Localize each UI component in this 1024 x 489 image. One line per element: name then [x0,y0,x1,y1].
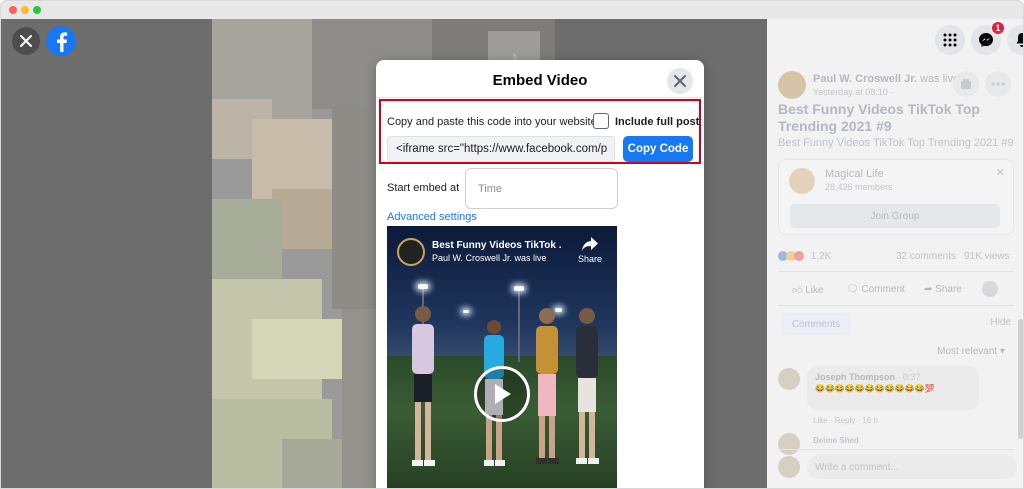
light-pole [518,290,520,362]
sort-label: Most relevant [937,346,998,357]
post-author: Paul W. Croswell Jr. was live. [813,73,962,85]
stadium-light [418,284,428,289]
start-embed-label: Start embed at [387,182,460,194]
divider [778,271,1014,272]
messenger-icon[interactable]: 1 [971,21,1005,55]
copy-code-button[interactable]: Copy Code [623,136,693,162]
window-maximize-dot[interactable] [33,6,41,14]
play-icon [495,384,511,404]
reactions-row: 1.2K 32 comments 91K views [778,251,1014,262]
sort-dropdown[interactable]: Most relevant ▾ [937,346,1005,357]
views-count: 91K views [964,251,1010,262]
divider [778,305,1014,306]
close-icon[interactable] [667,68,693,94]
post-title: Best Funny Videos TikTok Top Trending 20… [778,101,980,134]
like-label: Like [805,285,824,296]
messenger-badge: 1 [991,21,1005,35]
group-name[interactable]: Magical Life [825,168,884,180]
share-icon: ➦ [924,284,933,295]
share-button[interactable]: ➦ Share [924,284,962,295]
reactions-count[interactable]: 1.2K [811,251,832,262]
profile-switch-icon[interactable] [982,281,998,297]
window-minimize-dot[interactable] [21,6,29,14]
divider [376,97,704,98]
tab-comments[interactable]: Comments [781,313,851,335]
video-share-button[interactable]: Share [573,236,607,274]
copy-instructions: Copy and paste this code into your websi… [387,116,600,128]
group-avatar[interactable] [789,168,815,194]
include-full-post-label[interactable]: Include full post [615,116,699,128]
commenter-avatar[interactable] [778,433,800,455]
comment-text: 😂😂😂😂😂😂😂😂😂😂😂💯 [815,384,935,393]
thumbs-up-icon: 👍︎ [792,285,803,296]
divider [778,449,1014,450]
dialog-title: Embed Video [492,72,588,89]
group-members: 28,436 members [825,182,893,192]
advanced-settings-link[interactable]: Advanced settings [387,211,477,223]
apps-grid-icon[interactable] [935,25,965,55]
comment2-author[interactable]: Deime Shed [813,436,859,445]
save-icon[interactable] [953,71,979,97]
close-icon[interactable]: ✕ [996,166,1005,179]
commenter-name[interactable]: Joseph Thompson [815,372,895,382]
group-card: Magical Life 28,436 members ✕ Join Group [778,159,1014,235]
stadium-light [463,310,469,313]
video-subtitle: Paul W. Croswell Jr. was live [432,253,547,263]
title-bar [1,1,1023,19]
comment-label: Comment [861,284,905,295]
window-close-dot[interactable] [9,6,17,14]
video-title[interactable]: Best Funny Videos TikTok ... [432,240,562,251]
post-subtitle: Best Funny Videos TikTok Top Trending 20… [778,137,1014,149]
post-details-panel: 1 Paul W. Croswell Jr. was live. Yesterd… [767,19,1023,488]
post-timestamp: Yesterday at 08:10 · [813,87,894,97]
comment-actions[interactable]: Like · Reply · 16 h [813,416,878,425]
facebook-logo-icon[interactable] [46,26,76,56]
video-author-avatar[interactable] [397,238,425,266]
like-button[interactable]: 👍︎ Like [792,284,824,296]
comments-count[interactable]: 32 comments [896,251,956,262]
author-name[interactable]: Paul W. Croswell Jr. [813,73,917,85]
close-icon[interactable] [12,27,40,55]
join-group-button[interactable]: Join Group [790,204,1000,228]
current-user-avatar [778,456,800,478]
more-options-icon[interactable] [985,71,1011,97]
embed-code-field[interactable]: <iframe src="https://www.facebook.com/p [387,136,615,162]
person-figure [536,308,559,464]
comment-icon: 🗨︎ [846,284,859,295]
person-figure [576,308,599,464]
stadium-light [514,286,524,291]
comment-input[interactable]: Write a comment... [807,455,1017,479]
browser-window: ♪ 1 Paul W. Croswell Jr. was live. Yeste… [0,0,1024,489]
action-row: 👍︎ Like 🗨︎ Comment ➦ Share [778,281,1014,301]
scrollbar[interactable] [1018,319,1023,439]
hide-link[interactable]: Hide [990,317,1011,328]
share-label: Share [935,284,962,295]
play-button[interactable] [474,366,530,422]
comment-time: · 0:37 [895,372,921,382]
top-nav: 1 [767,19,1023,61]
comment-author: Joseph Thompson · 0:37 [815,372,921,382]
comment-bubble: Joseph Thompson · 0:37 😂😂😂😂😂😂😂😂😂😂😂💯 [807,366,979,410]
person-figure [412,306,435,466]
share-label: Share [577,254,603,264]
bell-icon[interactable] [1007,25,1023,55]
commenter-avatar[interactable] [778,368,800,390]
share-arrow-icon [582,237,598,251]
comment-button[interactable]: 🗨︎ Comment [846,284,905,295]
include-full-post-checkbox[interactable] [593,113,609,129]
video-preview[interactable]: Best Funny Videos TikTok ... Paul W. Cro… [387,226,617,488]
chevron-down-icon: ▾ [999,346,1005,357]
embed-video-dialog: Embed Video Copy and paste this code int… [376,60,704,488]
start-time-input[interactable]: Time [465,168,618,209]
author-avatar[interactable] [778,71,806,99]
love-reaction-icon [794,251,804,262]
